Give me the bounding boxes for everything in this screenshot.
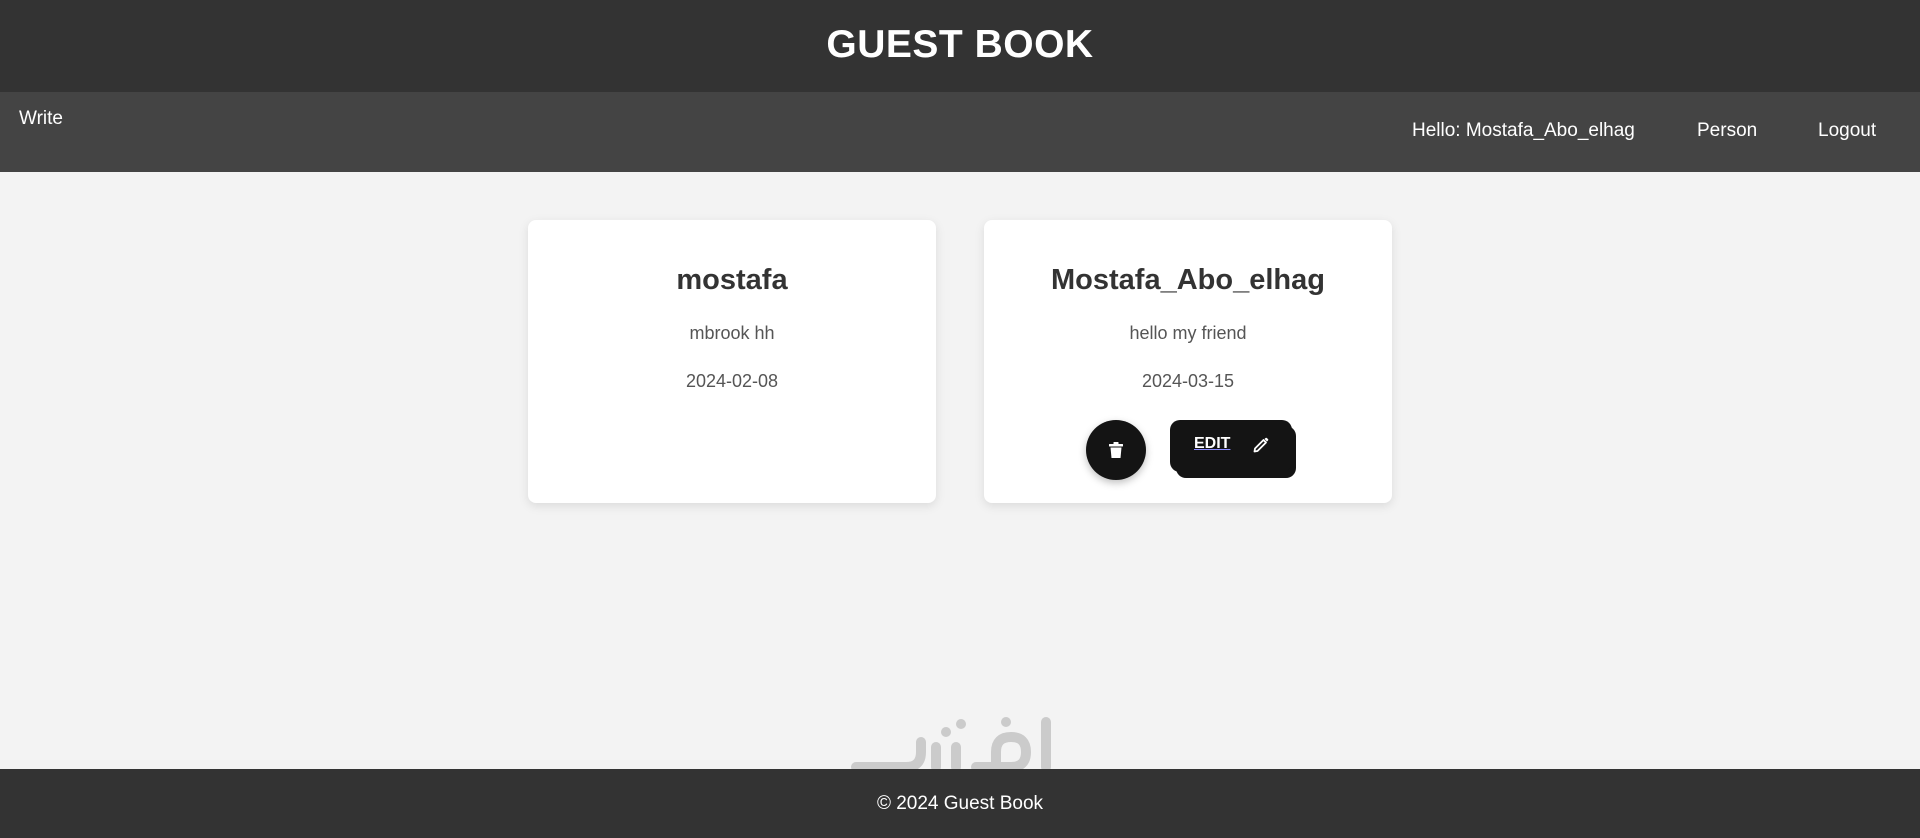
page-title: GUEST BOOK <box>826 23 1094 66</box>
entry-author: Mostafa_Abo_elhag <box>1051 264 1325 296</box>
entry-message: mbrook hh <box>689 323 775 343</box>
guest-entry-card: Mostafa_Abo_elhag hello my friend 2024-0… <box>984 220 1392 503</box>
footer-copyright: © 2024 Guest Book <box>876 792 1044 814</box>
guest-entry-card: mostafa mbrook hh 2024-02-08 <box>528 220 936 503</box>
pencil-icon <box>1252 436 1270 454</box>
entry-author: mostafa <box>676 264 788 296</box>
footer: © 2024 Guest Book <box>0 769 1920 838</box>
entry-message: hello my friend <box>1129 323 1247 343</box>
entries-container: mostafa mbrook hh 2024-02-08 Mostafa_Abo… <box>0 172 1920 769</box>
logout-link[interactable]: Logout <box>1818 120 1876 142</box>
edit-label: EDIT <box>1194 435 1231 452</box>
trash-icon <box>1109 442 1123 458</box>
app-header: GUEST BOOK <box>0 0 1920 92</box>
edit-button[interactable]: EDIT <box>1170 420 1292 472</box>
entry-date: 2024-02-08 <box>685 371 779 391</box>
entry-date: 2024-03-15 <box>1141 371 1235 391</box>
delete-button[interactable] <box>1086 420 1146 480</box>
person-link[interactable]: Person <box>1697 120 1757 142</box>
user-greeting: Hello: Mostafa_Abo_elhag <box>1412 120 1635 141</box>
write-link[interactable]: Write <box>19 108 63 130</box>
nav-bar: Write Hello: Mostafa_Abo_elhag Person Lo… <box>0 92 1920 172</box>
